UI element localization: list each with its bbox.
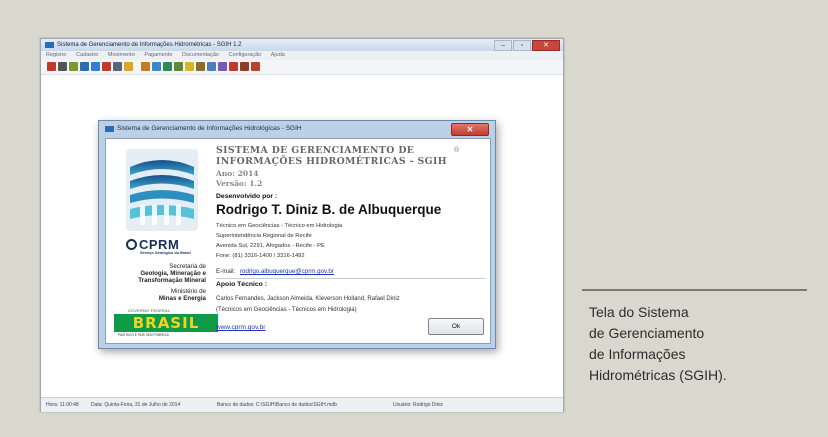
governo-federal-label: GOVERNO FEDERAL (128, 309, 171, 313)
section-divider (216, 278, 486, 279)
technical-support-names: Carlos Fernandes, Jackson Almeida, Kleve… (216, 296, 400, 302)
dialog-body: CPRM Serviço Geológico do Brasil Secreta… (105, 138, 491, 344)
caption-line-4: Hidrométricas (SGIH). (589, 367, 727, 383)
status-usuario: Usuário: Rodrigo Diniz (393, 402, 444, 408)
menu-configuracao[interactable]: Configuração (229, 52, 262, 58)
brasil-slogan: PAÍS RICO É PAÍS SEM POBREZA (118, 333, 169, 337)
status-banco: Banco de dados: C:\SGIH\Banco de dados\S… (217, 402, 337, 408)
minimize-button[interactable]: – (494, 40, 512, 51)
palm-icon[interactable] (69, 62, 78, 71)
book-icon[interactable] (240, 62, 249, 71)
folder-icon[interactable] (124, 62, 133, 71)
sgih-logo-icon (126, 149, 198, 231)
calculator-icon[interactable] (174, 62, 183, 71)
email-link[interactable]: rodrigo.albuquerque@cprm.gov.br (240, 268, 334, 275)
technical-support-roles: (Técnicos em Geociências - Técnicos em H… (216, 307, 357, 313)
menu-ajuda[interactable]: Ajuda (271, 52, 285, 58)
secretaria-line-1: Secretaria de (169, 263, 206, 270)
close-button[interactable]: ✕ (532, 40, 560, 51)
map-icon[interactable] (207, 62, 216, 71)
report-icon[interactable] (196, 62, 205, 71)
system-name-line-1: SISTEMA DE GERENCIAMENTO DE (216, 145, 415, 156)
document-icon[interactable] (91, 62, 100, 71)
menu-pagamento[interactable]: Pagamento (144, 52, 172, 58)
pencil-icon[interactable] (218, 62, 227, 71)
cprm-mark-icon (126, 239, 137, 250)
menu-cadastro[interactable]: Cadastro (76, 52, 98, 58)
edit-icon[interactable] (185, 62, 194, 71)
cprm-text: CPRM (139, 237, 180, 252)
ano-label: Ano: 2014 (216, 169, 259, 178)
cprm-logo: CPRM (126, 237, 179, 252)
chart-icon[interactable] (80, 62, 89, 71)
user-icon[interactable] (47, 62, 56, 71)
versao-label: Versão: 1.2 (216, 179, 263, 188)
menubar: Registro Cadastro Movimento Pagamento Do… (41, 51, 563, 60)
caption-rule (582, 289, 807, 291)
grid-icon[interactable] (163, 62, 172, 71)
email-label: E-mail: (216, 268, 236, 275)
cprm-subtitle: Serviço Geológico do Brasil (140, 251, 191, 255)
gauge-icon[interactable] (141, 62, 150, 71)
window-controls: – ▫ ✕ (494, 40, 560, 51)
technical-support-label: Apoio Técnico : (216, 281, 267, 288)
menu-documentacao[interactable]: Documentação (182, 52, 219, 58)
statusbar: Hora: 11:00:48 Data: Quinta-Feira, 31 de… (41, 397, 563, 412)
caption-line-1: Tela do Sistema (589, 304, 689, 320)
toolbar (41, 60, 563, 75)
status-data: Data: Quinta-Feira, 31 de Julho de 2014 (91, 402, 181, 408)
app-icon (45, 42, 54, 48)
ministerio-line-2: Minas e Energia (158, 295, 206, 302)
ministerio-line-1: Ministério de (170, 288, 206, 295)
dialog-app-icon (105, 126, 114, 132)
developed-by-label: Desenvolvido por : (216, 193, 278, 200)
developer-address: Avenida Sul, 2291, Afogados - Recife - P… (216, 243, 325, 249)
status-hora: Hora: 11:00:48 (46, 402, 79, 408)
dialog-close-button[interactable]: ✕ (451, 123, 489, 136)
menu-movimento[interactable]: Movimento (108, 52, 135, 58)
maximize-button[interactable]: ▫ (513, 40, 531, 51)
thermometer-icon[interactable] (102, 62, 111, 71)
developer-office: Superintendência Regional de Recife (216, 233, 312, 239)
printer-icon[interactable] (58, 62, 67, 71)
dialog-titlebar[interactable]: Sistema de Gerenciamento de Informações … (99, 121, 495, 137)
help-icon[interactable] (229, 62, 238, 71)
secretaria-line-3: Transformação Mineral (138, 277, 206, 284)
truck-icon[interactable] (113, 62, 122, 71)
caption-line-3: de Informações (589, 346, 686, 362)
developer-phone: Fone: (81) 3316-1400 / 3316-1492 (216, 253, 305, 259)
secretaria-line-2: Geologia, Mineração e (140, 270, 206, 277)
ok-button[interactable]: Ok (428, 318, 484, 335)
exit-icon[interactable] (251, 62, 260, 71)
brasil-logo: BRASIL (114, 314, 218, 332)
about-dialog: Sistema de Gerenciamento de Informações … (98, 120, 496, 349)
developer-name: Rodrigo T. Diniz B. de Albuquerque (216, 202, 442, 217)
registered-mark: ® (454, 147, 460, 154)
app-title: Sistema de Gerenciamento de Informações … (57, 42, 242, 48)
website-link[interactable]: www.cprm.gov.br (216, 324, 265, 331)
caption-line-2: de Gerenciamento (589, 325, 705, 341)
dialog-title: Sistema de Gerenciamento de Informações … (117, 125, 302, 132)
info-icon[interactable] (152, 62, 161, 71)
system-name-line-2: INFORMAÇÕES HIDROMÉTRICAS - SGIH (216, 156, 447, 167)
menu-registro[interactable]: Registro (46, 52, 66, 58)
app-titlebar[interactable]: Sistema de Gerenciamento de Informações … (41, 39, 563, 51)
developer-role: Técnico em Geociências - Técnico em Hidr… (216, 223, 343, 229)
